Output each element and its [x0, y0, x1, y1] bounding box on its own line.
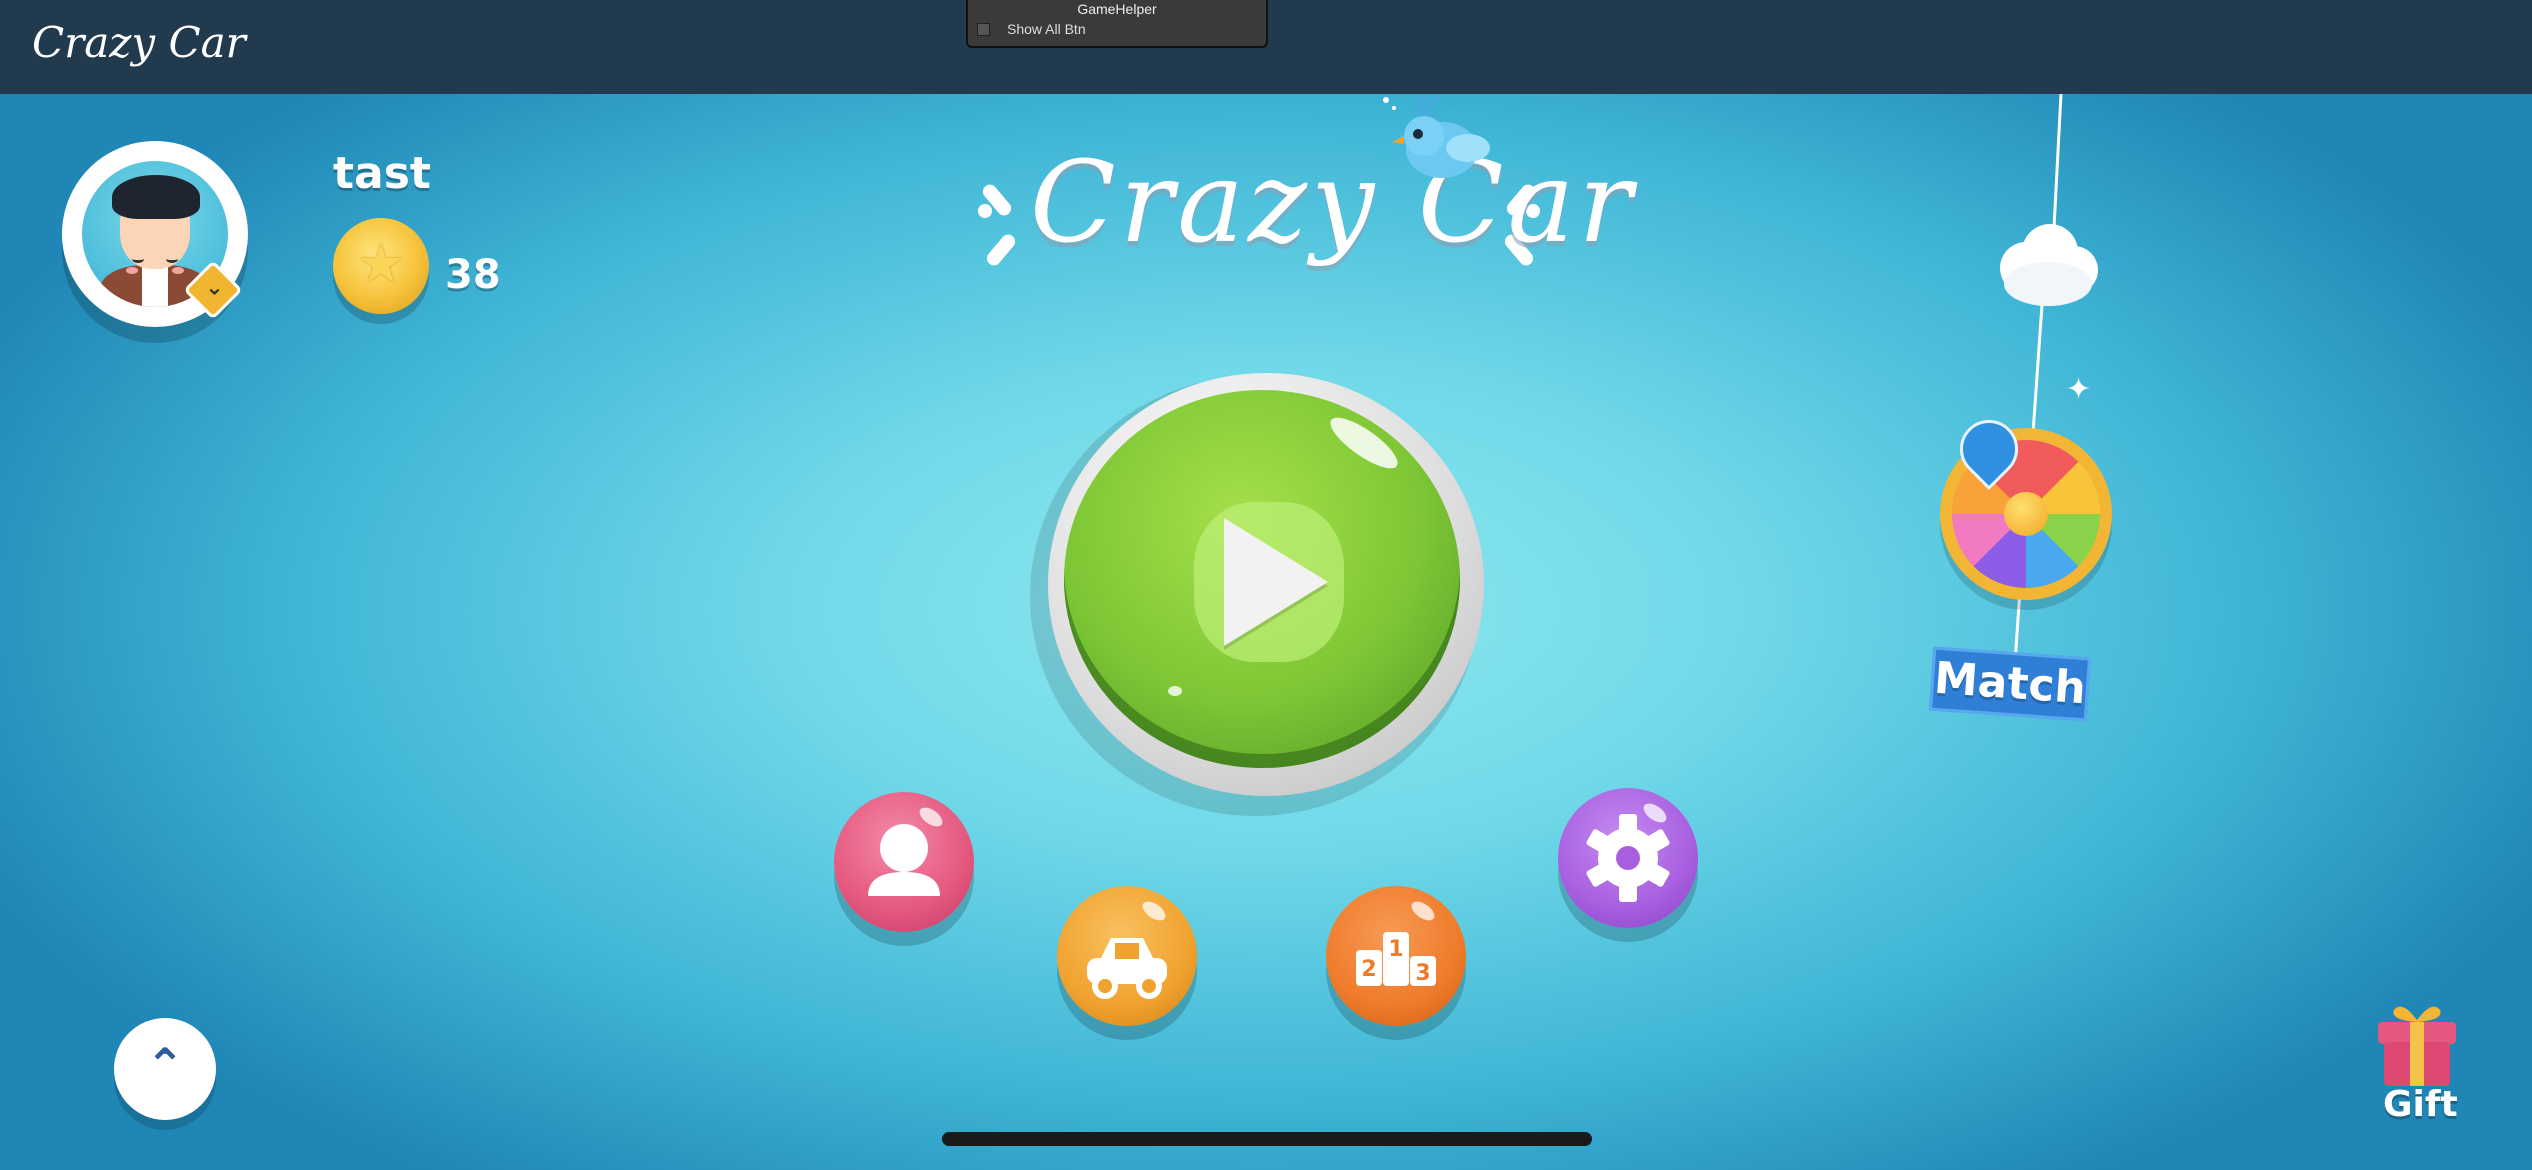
home-indicator: [942, 1132, 1592, 1146]
expand-up-button[interactable]: ⌃: [114, 1018, 216, 1120]
star-icon: ★: [356, 232, 406, 295]
game-helper-title: GameHelper: [1077, 1, 1157, 17]
avatar-cheek-left: [126, 267, 138, 274]
gift-label: Gift: [2383, 1084, 2458, 1125]
person-icon: [868, 824, 940, 896]
play-icon: [1224, 518, 1328, 646]
wheel-hub: [2004, 492, 2048, 536]
profile-button[interactable]: [834, 792, 974, 932]
rope: [2013, 593, 2022, 659]
settings-button[interactable]: [1558, 788, 1698, 928]
avatar-eye-right: [166, 255, 178, 263]
app-title: Crazy Car: [32, 18, 246, 67]
logo-sparkle: [984, 231, 1018, 269]
match-button[interactable]: Match: [1928, 646, 2092, 722]
garage-button[interactable]: [1057, 886, 1197, 1026]
avatar-hair: [112, 175, 200, 219]
leaderboard-button[interactable]: 2 1 3: [1326, 886, 1466, 1026]
sparkle-icon: ✦: [2066, 372, 2092, 407]
player-name: tast: [333, 148, 431, 199]
podium-label-first: 1: [1388, 937, 1403, 962]
game-logo: Crazy Car: [1030, 138, 1636, 268]
podium-label-second: 2: [1361, 957, 1376, 982]
cloud-icon: [2000, 224, 2098, 306]
gift-icon[interactable]: [2372, 998, 2462, 1090]
podium-label-third: 3: [1415, 961, 1430, 986]
car-icon: [1087, 938, 1167, 999]
rope: [2052, 94, 2063, 228]
coin-count: 38: [445, 252, 501, 298]
show-all-btn-label[interactable]: Show All Btn: [1007, 21, 1086, 37]
play-button-highlight: [1168, 686, 1182, 696]
game-helper-panel: GameHelper Show All Btn: [966, 0, 1268, 48]
podium-icon: 2 1 3: [1356, 932, 1436, 986]
show-all-btn-checkbox[interactable]: [977, 23, 990, 36]
avatar-shirt: [142, 265, 168, 307]
avatar-eye-left: [132, 255, 144, 263]
play-button[interactable]: [1064, 390, 1460, 768]
coin-icon: ★: [333, 218, 429, 314]
bird-icon: [1383, 96, 1490, 178]
gear-icon: [1586, 814, 1670, 902]
avatar-cheek-right: [172, 267, 184, 274]
rope: [2031, 304, 2044, 434]
player-avatar[interactable]: ⌄: [62, 141, 248, 327]
logo-sparkle: [978, 204, 992, 218]
chevron-up-icon: ⌃: [145, 1038, 185, 1092]
